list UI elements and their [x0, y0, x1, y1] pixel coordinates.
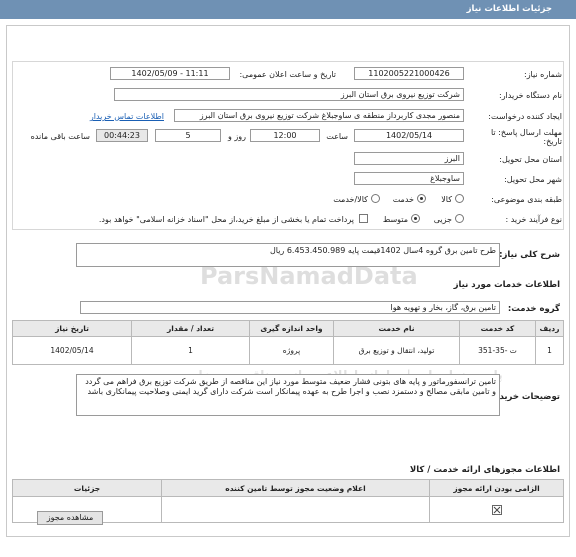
page-header: جزئیات اطلاعات نیاز — [0, 0, 576, 19]
process-radio-medium[interactable] — [411, 214, 420, 223]
description-label: شرح کلی نیاز: — [499, 250, 560, 260]
city-label: شهر محل تحویل: — [504, 175, 562, 184]
treasury-payment-note: پرداخت تمام یا بخشی از مبلغ خرید،از محل … — [98, 215, 354, 224]
col-need-date: تاریخ نیاز — [12, 320, 132, 337]
table-row: 1 ت -35-351 تولید، انتقال و توزیع برق پر… — [12, 336, 564, 365]
announce-field[interactable]: 1402/05/09 - 11:11 — [110, 67, 230, 80]
col-license-details: جزئیات — [12, 479, 162, 497]
cell-license-status — [161, 496, 430, 523]
creator-label: ایجاد کننده درخواست: — [488, 112, 562, 121]
category-radio-goods[interactable] — [455, 194, 464, 203]
deadline-label: مهلت ارسال پاسخ: تا تاریخ: — [490, 128, 562, 146]
province-field[interactable]: البرز — [354, 152, 464, 165]
category-radio-goods-service[interactable] — [371, 194, 380, 203]
category-radio-service[interactable] — [417, 194, 426, 203]
category-option-service: خدمت — [392, 195, 414, 204]
checked-box-icon — [491, 504, 502, 515]
service-group-label: گروه خدمت: — [507, 304, 560, 314]
col-quantity: تعداد / مقدار — [131, 320, 250, 337]
buyer-field[interactable]: شرکت توزیع نیروی برق استان البرز — [114, 88, 464, 101]
creator-field[interactable]: منصور مجدی کاربرداز منطقه ی ساوجبلاغ شرک… — [174, 109, 464, 122]
cell-date: 1402/05/14 — [12, 336, 132, 365]
deadline-date-field[interactable]: 1402/05/14 — [354, 129, 464, 142]
announce-label: تاریخ و ساعت اعلان عمومی: — [239, 70, 336, 79]
category-label: طبقه بندی موضوعی: — [491, 195, 562, 204]
city-field[interactable]: ساوجبلاغ — [354, 172, 464, 185]
days-label: روز و — [228, 132, 246, 141]
cell-code: ت -35-351 — [459, 336, 536, 365]
treasury-payment-checkbox[interactable] — [359, 214, 368, 223]
col-license-required: الزامی بودن ارائه مجوز — [429, 479, 564, 497]
category-option-goods-service: کالا/خدمت — [333, 195, 368, 204]
category-option-goods: کالا — [441, 195, 452, 204]
buyer-contact-link[interactable]: اطلاعات تماس خریدار — [90, 112, 164, 121]
need-number-label: شماره نیاز: — [524, 70, 562, 79]
remaining-time-field: 00:44:23 — [96, 129, 148, 142]
cell-license-required — [429, 496, 564, 523]
process-label: نوع فرآیند خرید : — [505, 215, 562, 224]
services-section-title: اطلاعات خدمات مورد نیاز — [453, 280, 560, 290]
deadline-hour-field[interactable]: 12:00 — [250, 129, 320, 142]
col-license-status: اعلام وضعیت مجوز توسط تامین کننده — [161, 479, 430, 497]
deadline-hour-label: ساعت — [326, 132, 348, 141]
cell-name: تولید، انتقال و توزیع برق — [333, 336, 460, 365]
service-group-field: تامین برق، گاز، بخار و تهویه هوا — [80, 301, 500, 314]
process-radio-minor[interactable] — [455, 214, 464, 223]
process-option-minor: جزیی — [433, 215, 452, 224]
services-table: ردیف کد خدمت نام خدمت واحد اندازه گیری ت… — [12, 320, 564, 365]
province-label: استان محل تحویل: — [499, 155, 562, 164]
view-license-button[interactable]: مشاهده مجوز — [37, 511, 103, 525]
page-title: جزئیات اطلاعات نیاز — [466, 4, 552, 14]
col-unit: واحد اندازه گیری — [249, 320, 334, 337]
cell-unit: پروژه — [249, 336, 334, 365]
process-option-medium: متوسط — [382, 215, 408, 224]
need-number-field[interactable]: 1102005221000426 — [354, 67, 464, 80]
remaining-time-label: ساعت باقی مانده — [30, 132, 90, 141]
description-field: طرح تامین برق گروه 4سال 1402قیمت پایه 6.… — [76, 243, 500, 267]
buyer-label: نام دستگاه خریدار: — [499, 91, 562, 100]
days-remaining-field[interactable]: 5 — [155, 129, 221, 142]
cell-qty: 1 — [131, 336, 250, 365]
cell-index: 1 — [535, 336, 564, 365]
col-row: ردیف — [535, 320, 564, 337]
buyer-notes-field: تامین ترانسفورماتور و پایه های بتونی فشا… — [76, 374, 500, 416]
col-service-name: نام خدمت — [333, 320, 460, 337]
col-service-code: کد خدمت — [459, 320, 536, 337]
supplier-docs-title: اطلاعات مجوزهای ارائه خدمت / کالا — [409, 465, 560, 475]
